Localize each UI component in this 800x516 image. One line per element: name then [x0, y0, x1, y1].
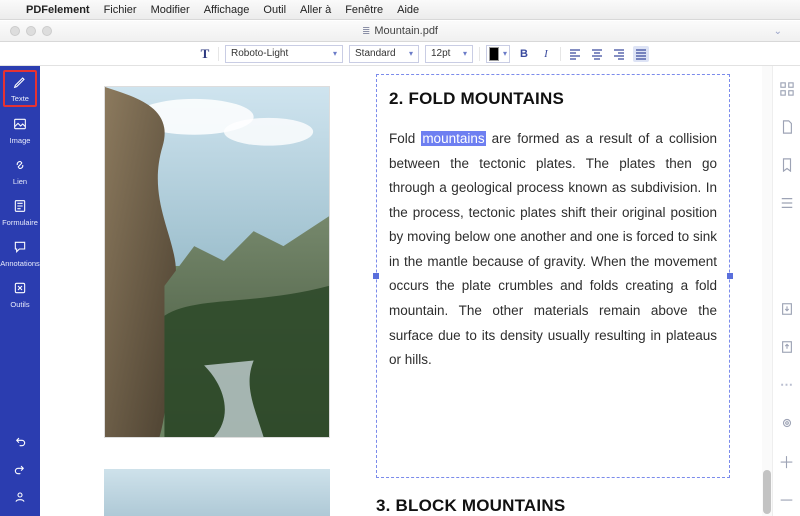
window-minimize-button[interactable]: [26, 26, 36, 36]
menu-aide[interactable]: Aide: [397, 4, 419, 16]
format-toolbar: T Roboto-Light ▾ Standard ▾ 12pt ▾ ▾ B I: [0, 42, 800, 66]
pdf-page[interactable]: 2. FOLD MOUNTAINS Fold mountains are for…: [40, 66, 772, 516]
sidebar-item-lien[interactable]: Lien: [2, 154, 38, 189]
align-justify-button[interactable]: [633, 46, 649, 62]
thumbnails-icon[interactable]: [780, 82, 794, 96]
heading-fold-mountains: 2. FOLD MOUNTAINS: [389, 89, 717, 109]
chevron-down-icon: ▾: [463, 49, 467, 58]
menu-modifier[interactable]: Modifier: [151, 4, 190, 16]
font-family-select[interactable]: Roboto-Light ▾: [225, 45, 343, 63]
comment-icon: [12, 239, 28, 258]
form-icon: [12, 198, 28, 217]
window-zoom-button[interactable]: [42, 26, 52, 36]
redo-button[interactable]: [2, 458, 38, 480]
font-color-picker[interactable]: ▾: [486, 45, 510, 63]
menu-aller-a[interactable]: Aller à: [300, 4, 331, 16]
font-weight-select[interactable]: Standard ▾: [349, 45, 419, 63]
toolbar-divider: [479, 47, 480, 61]
plus-icon[interactable]: ＋: [780, 454, 794, 468]
heading-number: 2.: [389, 89, 404, 108]
text-tool-icon[interactable]: T: [198, 46, 212, 62]
bold-button[interactable]: B: [516, 46, 532, 62]
undo-button[interactable]: [2, 430, 38, 452]
sidebar-label: Texte: [11, 94, 29, 103]
list-icon[interactable]: [780, 196, 794, 210]
menu-fichier[interactable]: Fichier: [104, 4, 137, 16]
italic-button[interactable]: I: [538, 46, 554, 62]
heading-number: 3.: [376, 496, 391, 515]
user-button[interactable]: [2, 486, 38, 508]
font-family-value: Roboto-Light: [231, 48, 288, 59]
sidebar-item-annotations[interactable]: Annotations: [2, 236, 38, 271]
sidebar-label: Annotations: [0, 259, 40, 268]
window-traffic-lights: [10, 26, 52, 36]
title-dropdown-icon[interactable]: ⌄: [774, 26, 782, 37]
document-image-mountain: [104, 86, 330, 438]
sidebar-item-texte[interactable]: Texte: [3, 70, 37, 107]
sidebar-item-outils[interactable]: Outils: [2, 277, 38, 312]
align-right-button[interactable]: [611, 46, 627, 62]
window-title: Mountain.pdf: [374, 25, 438, 37]
resize-handle-right[interactable]: [727, 273, 733, 279]
sidebar-label: Outils: [10, 300, 29, 309]
image-icon: [12, 116, 28, 135]
sidebar-item-formulaire[interactable]: Formulaire: [2, 195, 38, 230]
tools-icon: [12, 280, 28, 299]
menu-fenetre[interactable]: Fenêtre: [345, 4, 383, 16]
left-sidebar: Texte Image Lien Formulaire Annotations …: [0, 66, 40, 516]
document-image-block: [104, 469, 330, 516]
font-weight-value: Standard: [355, 48, 396, 59]
font-size-value: 12pt: [431, 48, 450, 59]
sidebar-label: Lien: [13, 177, 27, 186]
sidebar-label: Formulaire: [2, 218, 38, 227]
resize-handle-left[interactable]: [373, 273, 379, 279]
window-titlebar: ≣ Mountain.pdf ⌄: [0, 20, 800, 42]
text-edit-frame[interactable]: 2. FOLD MOUNTAINS Fold mountains are for…: [376, 74, 730, 478]
heading-text: FOLD MOUNTAINS: [409, 89, 564, 108]
selected-text: mountains: [421, 131, 485, 146]
mac-menubar: PDFelement Fichier Modifier Affichage Ou…: [0, 0, 800, 20]
heading-text: BLOCK MOUNTAINS: [396, 496, 566, 515]
para-text: are formed as a result of a collision be…: [389, 131, 717, 367]
link-icon: [12, 157, 28, 176]
pencil-icon: [12, 74, 28, 93]
app-name[interactable]: PDFelement: [26, 4, 90, 16]
save-icon[interactable]: [780, 340, 794, 354]
toolbar-divider: [218, 47, 219, 61]
color-swatch-icon: [489, 47, 499, 61]
para-text: Fold: [389, 131, 421, 146]
export-icon[interactable]: [780, 302, 794, 316]
info-icon[interactable]: ⋯: [780, 378, 794, 392]
chevron-down-icon: ▾: [409, 49, 413, 58]
vertical-scrollbar[interactable]: [762, 66, 772, 516]
sidebar-item-image[interactable]: Image: [2, 113, 38, 148]
font-size-select[interactable]: 12pt ▾: [425, 45, 473, 63]
chevron-down-icon: ▾: [503, 49, 507, 58]
window-close-button[interactable]: [10, 26, 20, 36]
chevron-down-icon: ▾: [333, 49, 337, 58]
page-icon[interactable]: [780, 120, 794, 134]
bookmark-icon[interactable]: [780, 158, 794, 172]
menu-outil[interactable]: Outil: [263, 4, 286, 16]
align-left-button[interactable]: [567, 46, 583, 62]
scrollbar-thumb[interactable]: [763, 470, 771, 514]
heading-block-mountains: 3. BLOCK MOUNTAINS: [376, 496, 565, 516]
right-rail: ⋯ ＋ －: [772, 66, 800, 516]
toolbar-divider: [560, 47, 561, 61]
document-dirty-icon: ≣: [362, 26, 370, 37]
document-canvas: 2. FOLD MOUNTAINS Fold mountains are for…: [40, 66, 772, 516]
body-paragraph[interactable]: Fold mountains are formed as a result of…: [389, 127, 717, 373]
settings-icon[interactable]: [780, 416, 794, 430]
sidebar-label: Image: [10, 136, 31, 145]
align-center-button[interactable]: [589, 46, 605, 62]
minus-icon[interactable]: －: [780, 492, 794, 506]
menu-affichage[interactable]: Affichage: [204, 4, 250, 16]
